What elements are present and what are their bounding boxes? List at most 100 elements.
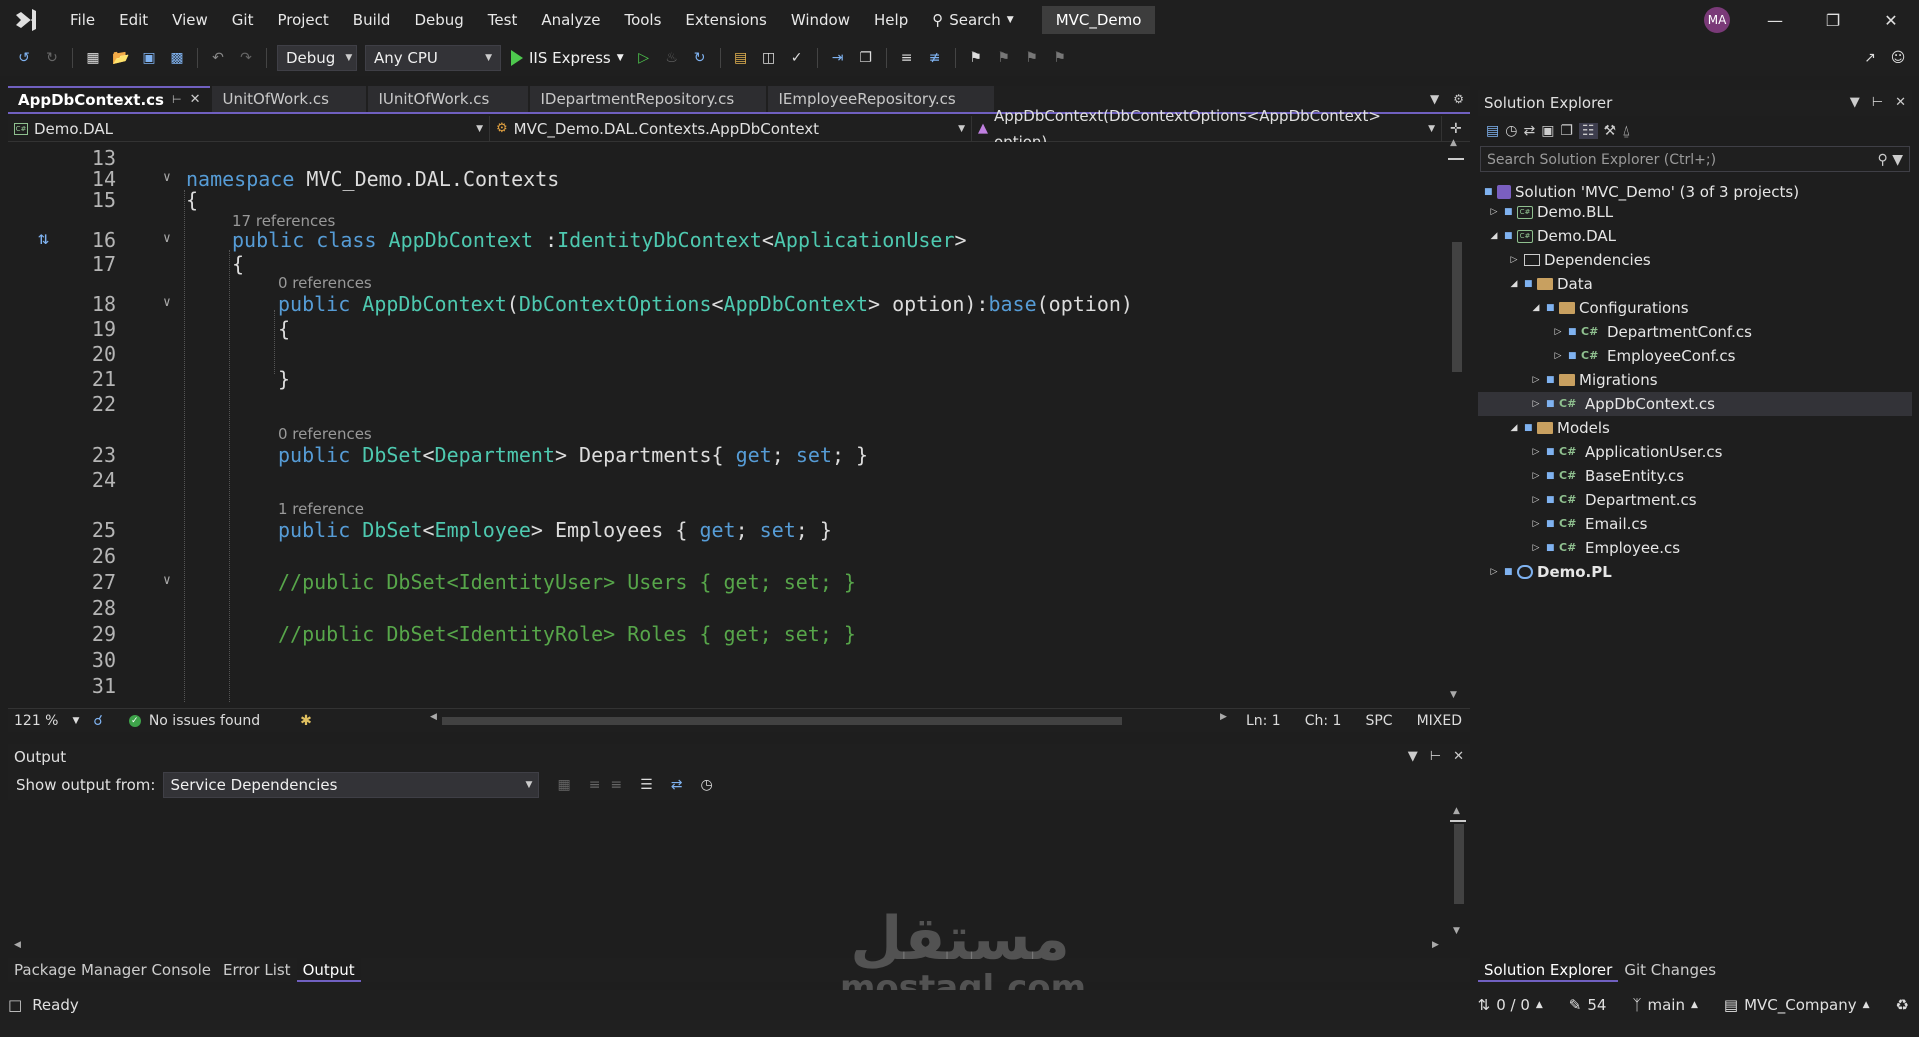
line-indicator[interactable]: Ln: 1 xyxy=(1246,713,1281,729)
chevron-down-icon[interactable]: ▼ xyxy=(1850,90,1860,116)
properties-icon[interactable]: ⚒ xyxy=(1604,123,1617,139)
prev-bookmark-icon[interactable]: ⚑ xyxy=(993,47,1015,69)
expand-icon[interactable]: ▷ xyxy=(1530,488,1542,512)
tree-node-appdbcontext[interactable]: ▷ ■ C# AppDbContext.cs xyxy=(1478,392,1912,416)
pipe-icon[interactable]: ⍙ xyxy=(1622,123,1630,139)
tree-node-demo-dal[interactable]: ◢ ■ C# Demo.DAL xyxy=(1488,224,1616,248)
tree-node-departmentconf[interactable]: ▷ ■ C# DepartmentConf.cs xyxy=(1552,320,1752,344)
tree-node-employee[interactable]: ▷ ■ C# Employee.cs xyxy=(1530,536,1681,560)
tree-node-migrations-folder[interactable]: ▷ ■ Migrations xyxy=(1530,368,1658,392)
menu-build[interactable]: Build xyxy=(341,0,403,40)
tab-unitofwork[interactable]: UnitOfWork.cs xyxy=(212,86,367,112)
scroll-down-icon[interactable]: ▼ xyxy=(1453,926,1460,936)
menu-help[interactable]: Help xyxy=(862,0,920,40)
browse-icon[interactable]: ▤ xyxy=(730,47,752,69)
clear-bookmarks-icon[interactable]: ⚑ xyxy=(1049,47,1071,69)
redo-icon[interactable]: ↷ xyxy=(235,47,257,69)
output-vertical-scrollbar[interactable]: ▲ ▼ xyxy=(1448,806,1468,936)
share-icon[interactable]: ↗ xyxy=(1859,47,1881,69)
solution-explorer-search[interactable]: Search Solution Explorer (Ctrl+;) ⚲ ▼ xyxy=(1480,146,1910,172)
chevron-down-icon[interactable]: ▼ xyxy=(1408,744,1418,770)
open-folder-icon[interactable]: 📂 xyxy=(110,47,132,69)
scroll-right-icon[interactable]: ▶ xyxy=(1432,940,1439,950)
back-icon[interactable]: ↺ xyxy=(13,47,35,69)
tree-node-employeeconf[interactable]: ▷ ■ C# EmployeeConf.cs xyxy=(1552,344,1736,368)
pin-icon[interactable]: ⊢ xyxy=(1430,744,1441,770)
clear-all-icon[interactable]: ☰ xyxy=(640,777,653,793)
expand-icon[interactable]: ▷ xyxy=(1530,368,1542,392)
copilot-icon[interactable]: ☌ xyxy=(93,713,102,729)
tree-node-demo-pl[interactable]: ▷ ■ Demo.PL xyxy=(1488,560,1612,584)
scrollbar-thumb[interactable] xyxy=(1452,242,1462,372)
restore-icon[interactable]: ❐ xyxy=(1805,0,1861,40)
codelens-references[interactable]: 1 reference xyxy=(278,500,364,518)
scroll-up-icon[interactable]: ▲ xyxy=(1453,806,1460,816)
expand-icon[interactable]: ▷ xyxy=(1530,536,1542,560)
output-window-icon[interactable]: □ xyxy=(8,996,22,1014)
scrollbar-thumb[interactable] xyxy=(1454,824,1464,904)
copy-icon[interactable]: ❐ xyxy=(855,47,877,69)
expand-icon[interactable]: ▷ xyxy=(1530,512,1542,536)
new-project-icon[interactable]: ▦ xyxy=(82,47,104,69)
menu-git[interactable]: Git xyxy=(220,0,266,40)
pending-edits-indicator[interactable]: ✎ 54 xyxy=(1569,996,1607,1014)
indent-mode-indicator[interactable]: SPC xyxy=(1365,713,1392,729)
menu-edit[interactable]: Edit xyxy=(107,0,160,40)
expand-icon[interactable]: ▷ xyxy=(1552,344,1564,368)
hot-reload-icon[interactable]: ↻ xyxy=(689,47,711,69)
tree-node-data-folder[interactable]: ◢ ■ Data xyxy=(1508,272,1593,296)
output-source-select[interactable]: Service Dependencies ▼ xyxy=(163,772,540,798)
visual-studio-logo-icon[interactable] xyxy=(12,6,40,34)
editor-vertical-scrollbar[interactable]: ▲ ▼ xyxy=(1446,138,1466,702)
git-changes-indicator[interactable]: ⇅ 0 / 0 ▲ xyxy=(1478,996,1543,1014)
collapse-icon[interactable]: ◢ xyxy=(1508,416,1520,440)
code-text-area[interactable]: 13 14 ∨ namespace MVC_Demo.DAL.Contexts … xyxy=(8,142,1446,702)
close-tab-icon[interactable]: ✕ xyxy=(190,87,201,113)
tree-node-dependencies[interactable]: ▷ Dependencies xyxy=(1508,248,1651,272)
previous-message-icon[interactable]: ≡ xyxy=(589,777,601,793)
expand-icon[interactable]: ▷ xyxy=(1488,560,1500,584)
menu-view[interactable]: View xyxy=(160,0,220,40)
tab-idepartmentrepository[interactable]: IDepartmentRepository.cs xyxy=(530,86,767,112)
tree-node-baseentity[interactable]: ▷ ■ C# BaseEntity.cs xyxy=(1530,464,1684,488)
collapse-icon[interactable]: ∨ xyxy=(163,573,171,588)
notifications-icon[interactable]: ♻ xyxy=(1896,996,1909,1014)
minimize-icon[interactable]: — xyxy=(1747,0,1803,40)
tab-git-changes[interactable]: Git Changes xyxy=(1618,958,1722,982)
collapse-all-icon[interactable]: ▣ xyxy=(1541,123,1554,139)
search-icon[interactable]: ⚲ ▼ xyxy=(1878,147,1903,173)
scroll-left-icon[interactable]: ◀ xyxy=(430,712,437,722)
menu-analyze[interactable]: Analyze xyxy=(529,0,612,40)
repository-indicator[interactable]: ▤ MVC_Company ▲ xyxy=(1724,996,1870,1014)
configuration-select[interactable]: Debug ▼ xyxy=(277,45,357,71)
solution-name-badge[interactable]: MVC_Demo xyxy=(1041,6,1156,34)
expand-icon[interactable]: ▷ xyxy=(1508,248,1520,272)
tab-output[interactable]: Output xyxy=(296,958,361,982)
undo-icon[interactable]: ↶ xyxy=(207,47,229,69)
spell-check-icon[interactable]: ✓ xyxy=(786,47,808,69)
expand-icon[interactable]: ▷ xyxy=(1530,392,1542,416)
menu-window[interactable]: Window xyxy=(779,0,862,40)
timestamp-icon[interactable]: ◷ xyxy=(700,777,712,793)
tree-node-demo-bll[interactable]: ▷ ■ C# Demo.BLL xyxy=(1488,200,1614,224)
preview-icon[interactable]: ☷ xyxy=(1578,123,1598,139)
collapse-icon[interactable]: ∨ xyxy=(163,170,171,185)
menu-file[interactable]: File xyxy=(58,0,107,40)
step-icon[interactable]: ⇥ xyxy=(827,47,849,69)
avatar[interactable]: MA xyxy=(1704,7,1730,33)
switch-views-icon[interactable]: ▤ xyxy=(1486,123,1499,139)
menu-tools[interactable]: Tools xyxy=(612,0,673,40)
implementation-marker-icon[interactable]: ⇅ xyxy=(38,228,49,249)
next-bookmark-icon[interactable]: ⚑ xyxy=(1021,47,1043,69)
scroll-right-icon[interactable]: ▶ xyxy=(1220,712,1227,722)
comment-icon[interactable]: ≡ xyxy=(896,47,918,69)
expand-icon[interactable]: ▷ xyxy=(1552,320,1564,344)
tab-solution-explorer[interactable]: Solution Explorer xyxy=(1478,958,1619,982)
sync-icon[interactable]: ⇄ xyxy=(1523,123,1535,139)
run-iis-express-button[interactable]: IIS Express ▼ xyxy=(511,49,624,67)
menu-project[interactable]: Project xyxy=(265,0,340,40)
menu-test[interactable]: Test xyxy=(476,0,530,40)
show-all-files-icon[interactable]: ❐ xyxy=(1560,123,1573,139)
fire-icon[interactable]: ♨ xyxy=(661,47,683,69)
tab-appdbcontext[interactable]: AppDbContext.cs ⊢ ✕ xyxy=(8,86,211,113)
